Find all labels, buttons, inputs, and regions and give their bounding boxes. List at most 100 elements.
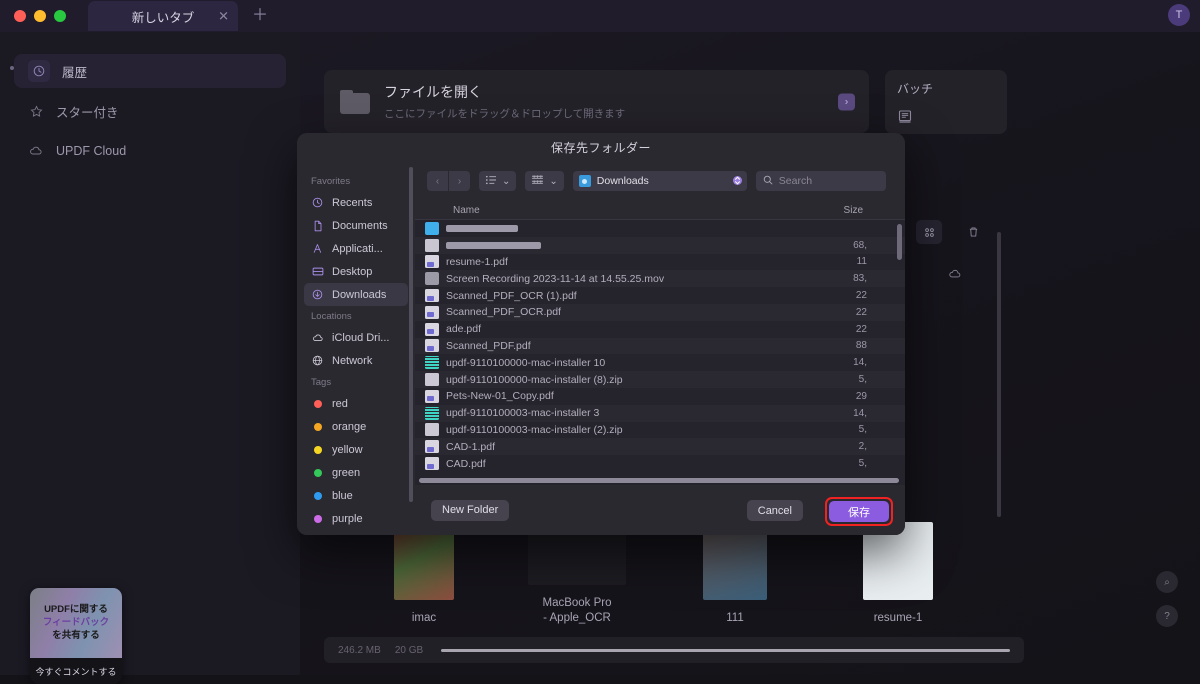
file-size: 68, bbox=[853, 239, 867, 251]
group-view-button[interactable]: ⌄ bbox=[525, 171, 564, 191]
tag-dot-icon bbox=[311, 399, 324, 408]
close-window-icon[interactable] bbox=[14, 10, 26, 22]
cloud-icon bbox=[28, 143, 44, 159]
dialog-sidebar-item-recents[interactable]: Recents bbox=[304, 191, 408, 214]
table-row[interactable] bbox=[415, 220, 905, 237]
dialog-tag-green[interactable]: green bbox=[304, 461, 408, 484]
dialog-sidebar-scrollbar[interactable] bbox=[409, 167, 413, 502]
storage-used: 246.2 MB bbox=[338, 644, 381, 656]
feedback-line1: UPDFに関する bbox=[44, 604, 108, 616]
file-list-horizontal-scrollbar[interactable] bbox=[415, 475, 905, 485]
dialog-tag-label: blue bbox=[332, 489, 353, 502]
pdf-file-icon bbox=[425, 322, 439, 336]
dialog-section-tags: Tags bbox=[311, 377, 332, 388]
zoom-window-icon[interactable] bbox=[54, 10, 66, 22]
tab-new-tab[interactable]: 新しいタブ ✕ bbox=[88, 1, 238, 31]
table-row[interactable]: 68, bbox=[415, 236, 905, 254]
storage-total: 20 GB bbox=[394, 644, 424, 656]
table-row[interactable]: Scanned_PDF_OCR (1).pdf 22 bbox=[415, 287, 905, 304]
sidebar-item-history[interactable]: 履歴 bbox=[14, 54, 286, 88]
dialog-sidebar-label: Applicati... bbox=[332, 242, 383, 255]
list-view-button[interactable]: ⌄ bbox=[479, 171, 517, 191]
save-button[interactable]: 保存 bbox=[829, 501, 889, 522]
file-name-redacted bbox=[446, 241, 541, 249]
dialog-sidebar-item-icloud-drive[interactable]: iCloud Dri... bbox=[304, 326, 408, 349]
dialog-tag-blue[interactable]: blue bbox=[304, 484, 408, 507]
history-icon bbox=[28, 60, 50, 82]
file-size: 29 bbox=[855, 390, 867, 402]
table-row[interactable]: updf-9110100000-mac-installer (8).zip 5, bbox=[415, 371, 905, 388]
tag-dot-icon bbox=[311, 422, 324, 431]
file-size: 5, bbox=[858, 374, 867, 386]
table-row[interactable]: updf-9110100003-mac-installer (2).zip 5, bbox=[415, 422, 905, 439]
file-name: Screen Recording 2023-11-14 at 14.55.25.… bbox=[446, 272, 665, 285]
dialog-sidebar-label: Network bbox=[332, 354, 373, 367]
table-row[interactable]: resume-1.pdf 11 bbox=[415, 254, 905, 271]
search-icon[interactable]: ⌕ bbox=[1156, 571, 1178, 593]
grid-view-icon[interactable] bbox=[916, 220, 942, 244]
forward-button[interactable]: › bbox=[449, 171, 470, 191]
trash-icon[interactable] bbox=[962, 220, 984, 244]
dialog-tag-gray[interactable]: gray bbox=[304, 530, 408, 535]
search-field[interactable]: Search bbox=[755, 171, 886, 191]
thumbnail-label: resume-1 bbox=[873, 612, 923, 625]
folder-icon bbox=[340, 89, 370, 114]
file-size: 5, bbox=[858, 458, 867, 470]
minimize-window-icon[interactable] bbox=[34, 10, 46, 22]
file-size: 2, bbox=[858, 441, 867, 453]
dialog-toolbar: ‹ › ⌄ ⌄ Downloads Search bbox=[415, 161, 905, 201]
group-view-icon bbox=[531, 174, 544, 188]
main-scrollbar[interactable] bbox=[997, 232, 1001, 517]
destination-folder-select[interactable]: Downloads bbox=[572, 171, 747, 191]
dialog-tag-orange[interactable]: orange bbox=[304, 415, 408, 438]
dialog-tag-red[interactable]: red bbox=[304, 392, 408, 415]
table-row[interactable]: ade.pdf 22 bbox=[415, 321, 905, 338]
sidebar-item-starred[interactable]: スター付き bbox=[14, 94, 286, 128]
dialog-tag-label: red bbox=[332, 397, 348, 410]
back-button[interactable]: ‹ bbox=[427, 171, 448, 191]
dialog-sidebar-item-applications[interactable]: Applicati... bbox=[304, 237, 408, 260]
dialog-sidebar-item-documents[interactable]: Documents bbox=[304, 214, 408, 237]
table-row[interactable]: Screen Recording 2023-11-14 at 14.55.25.… bbox=[415, 270, 905, 288]
save-dialog: 保存先フォルダー Favorites Recents Documents App… bbox=[297, 133, 905, 535]
thumbnail-item[interactable]: 111 bbox=[695, 522, 775, 627]
feedback-comment-button[interactable]: 今すぐコメントする bbox=[30, 658, 122, 684]
table-row[interactable]: updf-9110100003-mac-installer 3 14, bbox=[415, 404, 905, 422]
feedback-widget[interactable]: UPDFに関する フィードバック を共有する 今すぐコメントする bbox=[30, 588, 122, 684]
new-folder-button[interactable]: New Folder bbox=[431, 499, 510, 521]
table-row[interactable]: updf-9110100000-mac-installer 10 14, bbox=[415, 354, 905, 371]
file-list[interactable]: 68, resume-1.pdf 11 Screen Recording 202… bbox=[415, 220, 905, 485]
open-file-card[interactable]: ファイルを開く ここにファイルをドラッグ＆ドロップして開きます › bbox=[324, 70, 869, 133]
avatar[interactable]: T bbox=[1168, 4, 1190, 26]
table-row[interactable]: Pets-New-01_Copy.pdf 29 bbox=[415, 388, 905, 405]
window-controls[interactable] bbox=[14, 10, 66, 22]
floating-buttons: ⌕ ? bbox=[1156, 571, 1178, 627]
thumbnail-item[interactable]: resume-1 bbox=[853, 522, 943, 627]
dialog-sidebar-item-downloads[interactable]: Downloads bbox=[304, 283, 408, 306]
dialog-sidebar-item-desktop[interactable]: Desktop bbox=[304, 260, 408, 283]
chevron-right-icon[interactable]: › bbox=[838, 93, 855, 110]
file-name: CAD-1.pdf bbox=[446, 440, 496, 453]
column-header-size[interactable]: Size bbox=[844, 205, 863, 216]
dialog-sidebar-item-network[interactable]: Network bbox=[304, 349, 408, 372]
scrollbar-thumb[interactable] bbox=[419, 477, 899, 483]
dialog-tag-purple[interactable]: purple bbox=[304, 507, 408, 530]
tag-dot-icon bbox=[311, 445, 324, 454]
table-row[interactable]: Scanned_PDF.pdf 88 bbox=[415, 337, 905, 355]
thumbnail-item[interactable]: imac bbox=[385, 522, 463, 627]
batch-card[interactable]: バッチ bbox=[885, 70, 1007, 134]
help-icon[interactable]: ? bbox=[1156, 605, 1178, 627]
dialog-tag-yellow[interactable]: yellow bbox=[304, 438, 408, 461]
table-row[interactable]: Scanned_PDF_OCR.pdf 22 bbox=[415, 303, 905, 321]
sidebar-item-updf-cloud[interactable]: UPDF Cloud bbox=[14, 134, 286, 168]
file-list-vertical-scrollbar[interactable] bbox=[897, 224, 902, 260]
table-row[interactable]: CAD-1.pdf 2, bbox=[415, 438, 905, 456]
tab-strip: 新しいタブ ✕ ＋ bbox=[88, 0, 268, 32]
table-row[interactable]: CAD.pdf 5, bbox=[415, 455, 905, 472]
close-icon[interactable]: ✕ bbox=[218, 10, 229, 23]
file-size: 22 bbox=[855, 290, 867, 302]
new-tab-icon[interactable]: ＋ bbox=[252, 8, 268, 24]
cancel-button[interactable]: Cancel bbox=[746, 500, 803, 521]
pdf-file-icon bbox=[425, 339, 439, 353]
column-header-name[interactable]: Name bbox=[453, 205, 480, 216]
